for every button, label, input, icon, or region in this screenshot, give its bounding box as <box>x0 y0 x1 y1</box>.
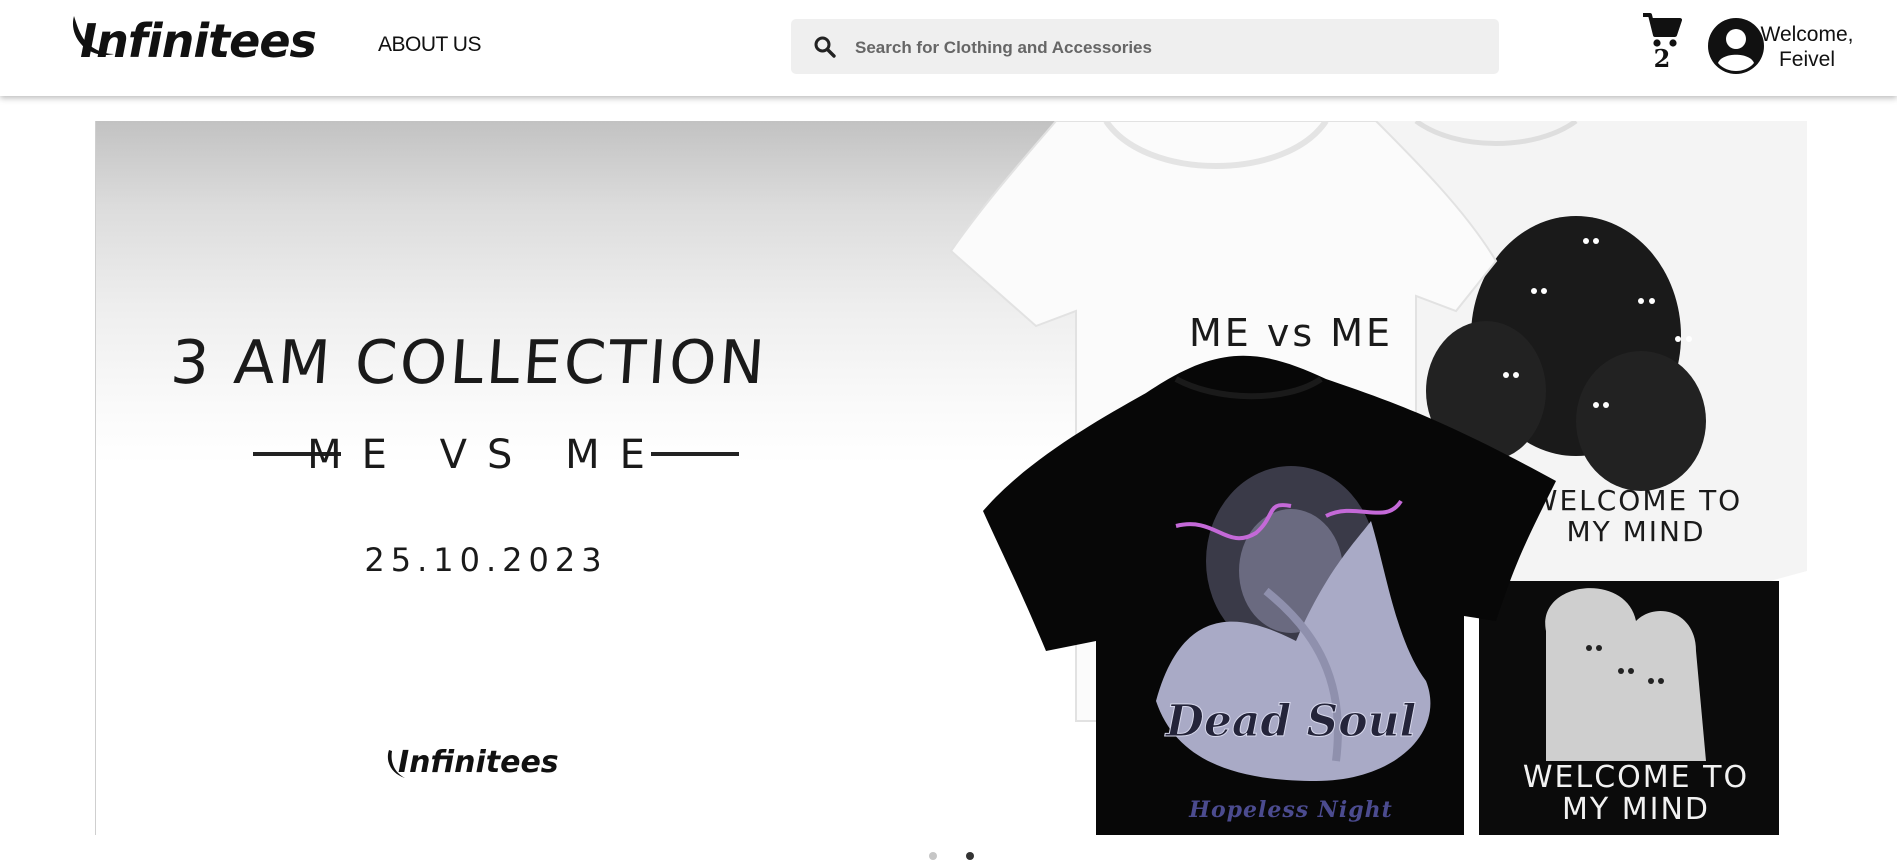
shopping-cart-icon <box>1643 13 1682 47</box>
welcome-label: Welcome, <box>1760 23 1854 46</box>
welcome-print-2: MY MIND <box>1566 515 1705 548</box>
search-input[interactable] <box>853 19 1477 76</box>
banner-brand: Infinitees <box>398 745 559 780</box>
cart-button[interactable]: 2 <box>1640 12 1684 76</box>
cart-count-badge: 2 <box>1653 44 1671 73</box>
nav-about-us[interactable]: ABOUT US <box>378 33 481 57</box>
carousel-dot-1[interactable] <box>929 852 937 860</box>
logo-wordmark: Infinitees <box>80 14 317 68</box>
welcome-tee-black: WELCOME TO MY MIND <box>1479 581 1779 835</box>
collection-subtitle: ME VS ME <box>307 432 665 478</box>
release-date: 25.10.2023 <box>364 541 607 579</box>
me-vs-me-print: ME vs ME <box>1189 311 1393 355</box>
hero-banner[interactable]: 3 AM COLLECTION ME VS ME 25.10.2023 Infi… <box>95 121 1807 835</box>
carousel-dot-2-active[interactable] <box>966 852 974 860</box>
welcome-print-1: WELCOME TO <box>1530 484 1742 517</box>
carousel-indicators <box>925 850 975 862</box>
site-header: Infinitees ABOUT US 2 Welcome, Feivel <box>0 0 1897 96</box>
banner-artwork: 3 AM COLLECTION ME VS ME 25.10.2023 Infi… <box>168 121 1807 835</box>
infinitees-logo[interactable]: Infinitees <box>68 10 328 70</box>
user-name: Feivel <box>1778 48 1836 71</box>
dead-soul-title: Dead Soul <box>1164 696 1417 747</box>
user-welcome[interactable]: Welcome, Feivel <box>1760 22 1854 72</box>
search-icon[interactable] <box>813 35 837 59</box>
dead-soul-subtitle: Hopeless Night <box>1188 797 1393 823</box>
user-avatar-icon[interactable] <box>1708 18 1764 74</box>
welcome-print-3: WELCOME TO <box>1523 760 1749 795</box>
welcome-print-4: MY MIND <box>1562 792 1710 827</box>
collection-headline: 3 AM COLLECTION <box>168 328 769 398</box>
search-bar <box>791 19 1499 76</box>
